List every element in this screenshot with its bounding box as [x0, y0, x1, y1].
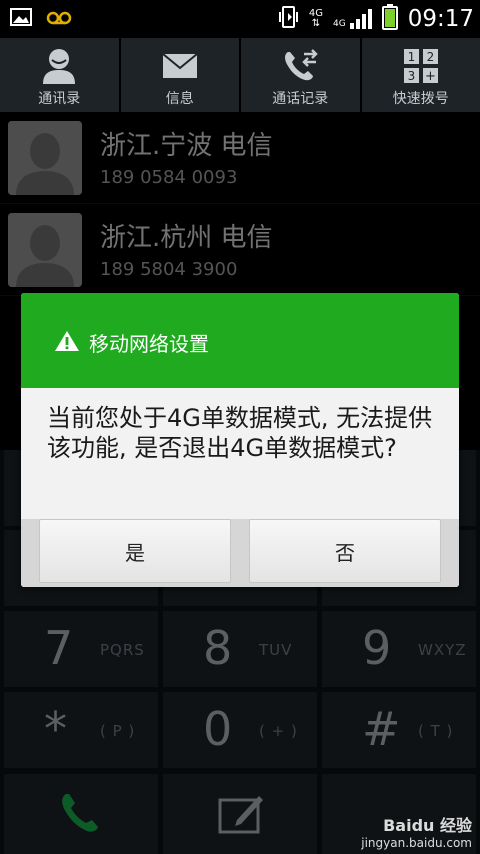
svg-text:2: 2 [426, 50, 434, 64]
call-log-icon [280, 46, 320, 90]
dialog-title: 移动网络设置 [89, 332, 209, 356]
tab-speed-dial[interactable]: 1 2 3 + 快速拨号 [361, 38, 480, 112]
tab-label: 信息 [165, 91, 194, 107]
clock: 09:17 [407, 6, 474, 32]
tab-messages[interactable]: 信息 [120, 38, 241, 112]
dialog-message: 当前您处于4G单数据模式, 无法提供该功能, 是否退出4G单数据模式? [47, 404, 433, 462]
mobile-network-dialog: 移动网络设置 当前您处于4G单数据模式, 无法提供该功能, 是否退出4G单数据模… [21, 293, 459, 587]
voicemail-icon [46, 8, 72, 30]
dialog-button-bar: 是 否 [21, 519, 459, 587]
svg-text:3: 3 [407, 69, 415, 83]
tab-label: 快速拨号 [392, 91, 449, 107]
svg-text:1: 1 [407, 50, 415, 64]
image-notification-icon [10, 8, 32, 30]
status-bar: 4G ⇅ 4G 09:17 [0, 0, 480, 38]
message-icon [160, 46, 200, 90]
dialog-header: 移动网络设置 [21, 293, 459, 388]
data-arrows-icon: ⇅ [311, 18, 321, 29]
speed-dial-icon: 1 2 3 + [401, 46, 441, 90]
tab-label: 通讯录 [38, 91, 81, 107]
watermark: Baidu 经验 jingyan.baidu.com [361, 812, 472, 850]
tab-label: 通话记录 [272, 91, 329, 107]
watermark-url: jingyan.baidu.com [361, 836, 472, 850]
contacts-icon [39, 46, 79, 90]
watermark-brand: Baidu 经验 [383, 816, 472, 835]
svg-text:+: + [425, 69, 436, 84]
no-button[interactable]: 否 [249, 519, 441, 583]
battery-icon [381, 4, 398, 34]
tab-bar: 通讯录 信息 通话记录 1 2 3 + 快速拨号 [0, 38, 480, 112]
tab-call-log[interactable]: 通话记录 [241, 38, 362, 112]
signal-icon: 4G [333, 9, 372, 29]
tab-contacts[interactable]: 通讯录 [0, 38, 121, 112]
signal-network-label: 4G [333, 19, 346, 29]
warning-icon [54, 330, 80, 356]
data-activity-indicator: 4G ⇅ [309, 9, 323, 29]
yes-button[interactable]: 是 [39, 519, 231, 583]
vibrate-icon [278, 5, 299, 33]
